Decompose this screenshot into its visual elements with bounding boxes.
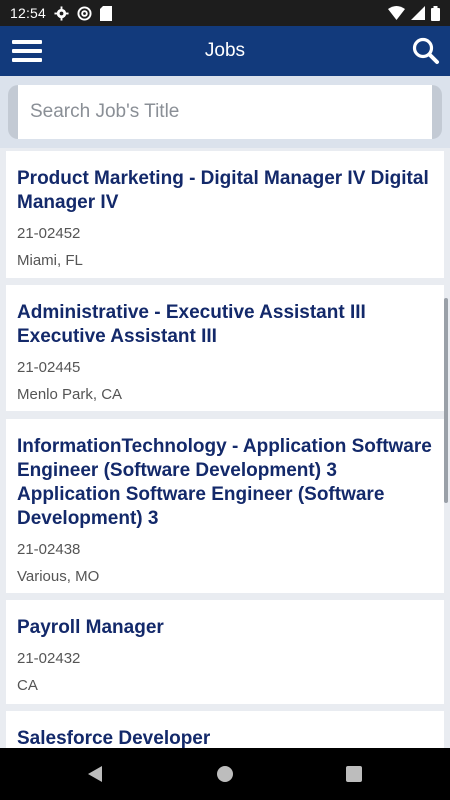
home-icon[interactable] <box>217 766 233 782</box>
job-location: CA <box>17 677 38 694</box>
job-list: Product Marketing - Digital Manager IV D… <box>0 148 450 748</box>
job-req-id: 21-02438 <box>17 541 81 558</box>
job-req-id: 21-02452 <box>17 225 81 242</box>
back-icon[interactable] <box>86 764 104 789</box>
search-icon[interactable] <box>410 35 442 67</box>
job-title: InformationTechnology - Application Soft… <box>17 436 432 529</box>
job-location: Various, MO <box>17 568 100 585</box>
job-req-id: 21-02432 <box>17 650 81 667</box>
recent-apps-icon[interactable] <box>346 766 362 782</box>
job-card[interactable]: Product Marketing - Digital Manager IV D… <box>6 151 444 278</box>
search-bar-container <box>0 76 450 148</box>
job-title: Administrative - Executive Assistant III… <box>17 302 366 347</box>
at-sign-icon <box>77 5 92 21</box>
search-box <box>8 85 442 139</box>
status-bar: 12:54 <box>0 0 450 26</box>
job-card[interactable]: Salesforce Developer <box>6 711 444 748</box>
sd-card-icon <box>100 5 113 21</box>
job-title: Payroll Manager <box>17 617 164 638</box>
job-req-id: 21-02445 <box>17 359 81 376</box>
job-card[interactable]: InformationTechnology - Application Soft… <box>6 419 444 593</box>
signal-icon <box>411 6 425 20</box>
search-input[interactable] <box>30 101 432 123</box>
app-bar: Jobs <box>0 26 450 76</box>
job-card[interactable]: Administrative - Executive Assistant III… <box>6 285 444 411</box>
job-location: Miami, FL <box>17 252 83 269</box>
hamburger-menu-icon[interactable] <box>12 38 42 64</box>
gear-icon <box>54 5 69 21</box>
job-card[interactable]: Payroll Manager 21-02432 CA <box>6 600 444 704</box>
page-title: Jobs <box>204 40 246 61</box>
wifi-icon <box>388 6 405 20</box>
battery-icon <box>431 5 440 21</box>
scrollbar-thumb[interactable] <box>444 298 448 503</box>
job-location: Menlo Park, CA <box>17 386 123 403</box>
job-title: Salesforce Developer <box>17 728 211 748</box>
status-time: 12:54 <box>10 5 47 21</box>
system-nav-bar <box>0 748 450 800</box>
job-title: Product Marketing - Digital Manager IV D… <box>17 168 429 213</box>
